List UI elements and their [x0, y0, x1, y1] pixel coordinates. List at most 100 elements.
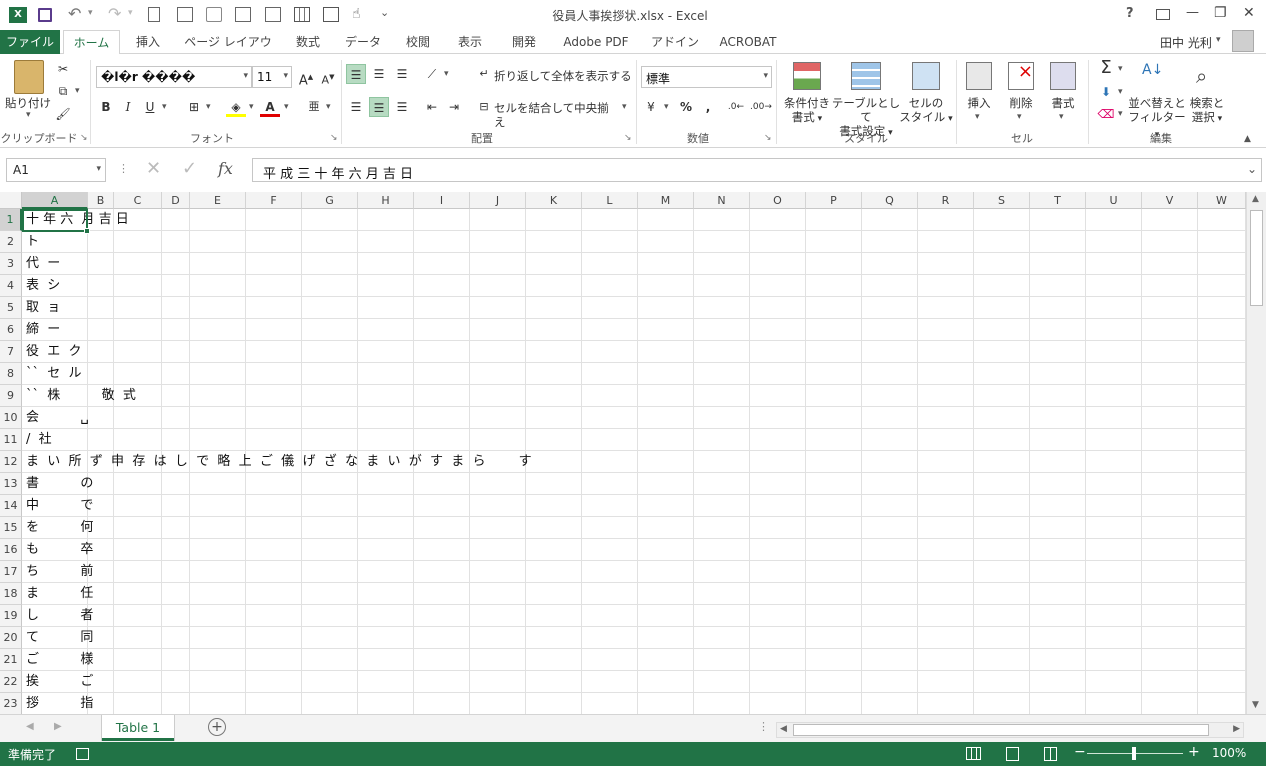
copy-dropdown-icon[interactable]: ▾ — [75, 86, 80, 96]
align-bottom-icon[interactable]: ☰ — [392, 64, 412, 84]
decrease-indent-icon[interactable]: ⇤ — [422, 97, 442, 117]
cell-text[interactable]: ち 前 — [26, 561, 93, 583]
font-color-icon[interactable]: A — [260, 97, 280, 117]
cancel-entry-icon[interactable]: ✕ — [146, 158, 161, 179]
tab-addins[interactable]: アドイン — [646, 30, 704, 54]
align-left-icon[interactable]: ☰ — [346, 97, 366, 117]
font-color-dropdown-icon[interactable]: ▾ — [284, 102, 289, 112]
row-header[interactable]: 14 — [0, 495, 22, 517]
undo-dropdown-icon[interactable]: ▾ — [88, 8, 93, 18]
column-header[interactable]: W — [1198, 192, 1246, 209]
column-header[interactable]: F — [246, 192, 302, 209]
scroll-up-icon[interactable]: ▲ — [1252, 194, 1259, 204]
cell-text[interactable]: 会 ␣ — [26, 407, 89, 429]
row-header[interactable]: 1 — [0, 209, 22, 231]
column-header[interactable]: K — [526, 192, 582, 209]
cell-styles-button[interactable]: セルの スタイル ▾ — [898, 96, 954, 126]
underline-button[interactable]: U — [140, 97, 160, 117]
delete-cells-icon[interactable]: × — [1008, 62, 1034, 90]
excel-logo-icon[interactable]: X — [9, 7, 27, 23]
comma-button[interactable]: , — [698, 97, 718, 117]
row-header[interactable]: 16 — [0, 539, 22, 561]
fill-color-icon[interactable]: ◈ — [226, 97, 246, 117]
tab-data[interactable]: データ — [340, 30, 386, 54]
fill-icon[interactable]: ⬇ — [1096, 82, 1116, 102]
tab-home[interactable]: ホーム — [63, 30, 120, 55]
row-header[interactable]: 2 — [0, 231, 22, 253]
cell-text[interactable]: も 卒 — [26, 539, 93, 561]
font-size-dropdown-icon[interactable]: ▾ — [283, 71, 288, 81]
copy-icon[interactable]: ⧉ — [53, 81, 73, 101]
find-select-icon[interactable]: ⌕ — [1196, 64, 1220, 88]
image-icon[interactable] — [265, 7, 281, 22]
phonetic-icon[interactable]: 亜 — [304, 97, 324, 117]
column-header[interactable]: J — [470, 192, 526, 209]
undo-icon[interactable]: ↶ — [68, 4, 81, 23]
touch-mode-icon[interactable]: ☝ — [352, 6, 361, 22]
column-header[interactable]: R — [918, 192, 974, 209]
macro-record-icon[interactable] — [76, 748, 89, 760]
wrap-text-icon[interactable]: ↵ — [474, 64, 494, 84]
delete-dropdown-icon[interactable]: ▾ — [1017, 112, 1022, 122]
cell-text[interactable]: 取 ョ — [26, 297, 60, 319]
borders-icon[interactable]: ⊞ — [184, 97, 204, 117]
ribbon-display-icon[interactable] — [1156, 9, 1170, 20]
row-header[interactable]: 21 — [0, 649, 22, 671]
orientation-dropdown-icon[interactable]: ▾ — [444, 69, 449, 79]
normal-view-icon[interactable] — [966, 747, 981, 760]
row-header[interactable]: 12 — [0, 451, 22, 473]
tab-file[interactable]: ファイル — [0, 30, 60, 54]
row-header[interactable]: 9 — [0, 385, 22, 407]
cell-text[interactable]: / 社 — [26, 429, 52, 451]
export-icon[interactable] — [235, 7, 251, 22]
cell-text[interactable]: 代 ー — [26, 253, 60, 275]
fill-dropdown-icon[interactable]: ▾ — [1118, 87, 1123, 97]
align-middle-icon[interactable]: ☰ — [369, 64, 389, 84]
align-center-icon[interactable]: ☰ — [369, 97, 389, 117]
cell-text[interactable]: 締 ー — [26, 319, 60, 341]
cell-text[interactable]: て 同 — [26, 627, 93, 649]
redo-icon[interactable]: ↷ — [108, 4, 121, 23]
insert-function-button[interactable]: fx — [218, 159, 233, 178]
tab-page-layout[interactable]: ページ レイアウト — [180, 30, 276, 73]
vertical-scroll-thumb[interactable] — [1250, 210, 1263, 306]
conditional-format-button[interactable]: 条件付き 書式 ▾ — [780, 96, 834, 126]
next-sheet-icon[interactable]: ▶ — [54, 721, 62, 732]
new-sheet-button[interactable]: + — [208, 718, 226, 736]
phonetic-dropdown-icon[interactable]: ▾ — [326, 102, 331, 112]
column-header[interactable]: D — [162, 192, 190, 209]
column-header[interactable]: T — [1030, 192, 1086, 209]
column-header[interactable]: C — [114, 192, 162, 209]
qat-customize-icon[interactable]: ⌄ — [380, 6, 389, 19]
cell-text[interactable]: 表 シ — [26, 275, 60, 297]
sort-filter-icon[interactable]: A↓ — [1142, 62, 1172, 90]
clipboard-launcher-icon[interactable]: ↘ — [80, 133, 88, 143]
font-name-dropdown-icon[interactable]: ▾ — [243, 71, 248, 81]
borders-dropdown-icon[interactable]: ▾ — [206, 102, 211, 112]
clear-icon[interactable]: ⌫ — [1096, 104, 1116, 124]
row-header[interactable]: 18 — [0, 583, 22, 605]
insert-dropdown-icon[interactable]: ▾ — [975, 112, 980, 122]
new-file-icon[interactable] — [148, 7, 160, 22]
cell-text[interactable]: ま い 所 ず 申 存 は し で 略 上 ご 儀 げ ざ な ま い が す … — [26, 451, 532, 473]
column-header[interactable]: O — [750, 192, 806, 209]
paste-button[interactable]: 貼り付け — [4, 96, 52, 110]
user-dropdown-icon[interactable]: ▾ — [1216, 35, 1221, 45]
row-header[interactable]: 23 — [0, 693, 22, 714]
decrease-font-icon[interactable]: A▼ — [318, 67, 338, 87]
increase-decimal-icon[interactable]: .0← — [726, 97, 746, 117]
prev-sheet-icon[interactable]: ◀ — [26, 721, 34, 732]
autosum-icon[interactable]: Σ — [1096, 58, 1116, 78]
cell-text[interactable]: 拶 指 — [26, 693, 93, 714]
clear-dropdown-icon[interactable]: ▾ — [1118, 109, 1123, 119]
merge-center-button[interactable]: セルを結合して中央揃え — [494, 101, 620, 129]
horizontal-scrollbar[interactable]: ◀ ▶ — [776, 722, 1244, 738]
row-header[interactable]: 6 — [0, 319, 22, 341]
cell-styles-icon[interactable] — [912, 62, 940, 90]
increase-indent-icon[interactable]: ⇥ — [444, 97, 464, 117]
cell-text[interactable]: 挨 ご — [26, 671, 93, 693]
form-icon[interactable] — [323, 7, 339, 22]
row-header[interactable]: 5 — [0, 297, 22, 319]
formula-input[interactable]: 平 成 三 十 年 六 月 吉 日 ⌄ — [252, 158, 1262, 182]
row-header[interactable]: 20 — [0, 627, 22, 649]
